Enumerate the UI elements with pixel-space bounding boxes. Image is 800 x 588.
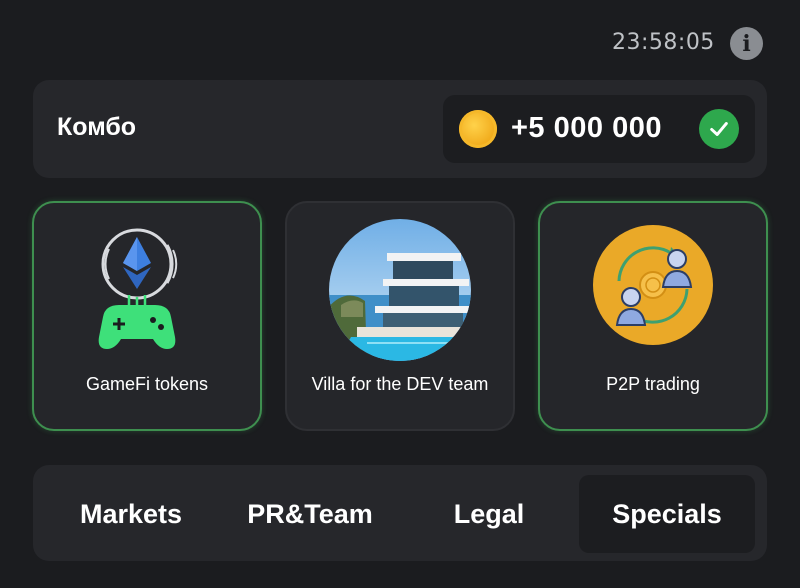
villa-image — [329, 217, 471, 361]
card-gamefi-tokens[interactable]: GameFi tokens — [32, 201, 262, 431]
category-tabs: Markets PR&Team Legal Specials — [33, 465, 767, 561]
reward-amount: +5 000 000 — [511, 112, 662, 144]
countdown-timer: 23:58:05 — [612, 30, 715, 55]
card-label: GameFi tokens — [85, 374, 209, 394]
combo-title: Комбо — [57, 113, 137, 141]
tab-pr-team[interactable]: PR&Team — [222, 475, 398, 553]
card-villa-dev-team[interactable]: Villa for the DEV team — [285, 201, 515, 431]
card-label: P2P trading — [606, 374, 700, 394]
tab-legal[interactable]: Legal — [401, 475, 577, 553]
tab-markets[interactable]: Markets — [43, 475, 219, 553]
coin-icon — [459, 110, 497, 148]
checkmark-icon — [699, 109, 739, 149]
gamepad-ethereum-icon — [79, 217, 215, 353]
combo-reward: +5 000 000 — [443, 95, 755, 163]
card-label: Villa for the DEV team — [311, 374, 489, 394]
p2p-exchange-icon — [585, 217, 721, 353]
info-icon[interactable]: i — [730, 27, 763, 60]
combo-panel: Комбо +5 000 000 — [33, 80, 767, 178]
tab-specials[interactable]: Specials — [579, 475, 755, 553]
card-p2p-trading[interactable]: P2P trading — [538, 201, 768, 431]
